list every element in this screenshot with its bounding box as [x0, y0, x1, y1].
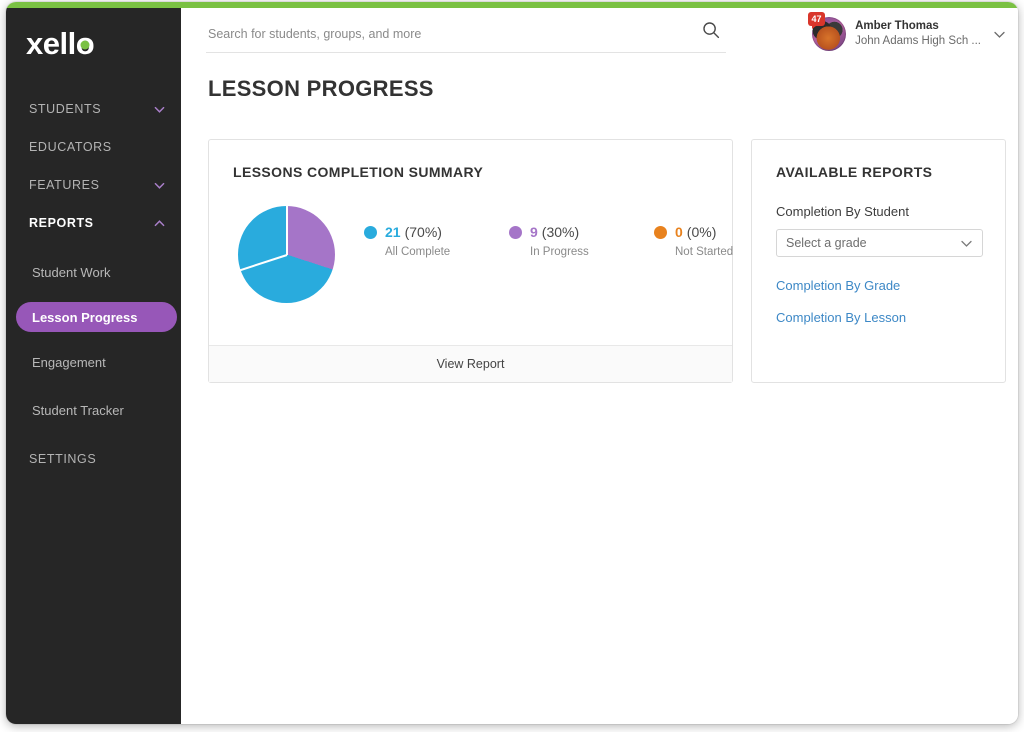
chevron-down-icon[interactable]: [154, 180, 165, 191]
sidebar-item-educators[interactable]: EDUCATORS: [6, 128, 181, 166]
legend-count: 0: [675, 224, 683, 240]
legend-label: All Complete: [385, 246, 509, 258]
chevron-down-icon: [960, 237, 973, 250]
view-report-button[interactable]: View Report: [209, 345, 732, 382]
sidebar-subitem-label: Lesson Progress: [32, 310, 138, 325]
sidebar-item-label: EDUCATORS: [29, 140, 112, 154]
nav-spacer: [6, 428, 181, 440]
completion-pie-chart: [238, 206, 335, 303]
link-completion-by-grade[interactable]: Completion By Grade: [776, 278, 900, 293]
card-title: AVAILABLE REPORTS: [776, 164, 932, 180]
sidebar-item-engagement[interactable]: Engagement: [6, 344, 181, 380]
legend-row: 9 (30%): [509, 224, 654, 240]
xello-logo[interactable]: xello: [26, 28, 94, 59]
avatar-wrapper: 47: [812, 17, 846, 51]
account-text: Amber Thomas John Adams High Sch ...: [855, 19, 981, 49]
logo-o-mark: o: [76, 28, 94, 59]
pie-separator: [240, 254, 287, 271]
legend-item-in-progress: 9 (30%) In Progress: [509, 224, 654, 258]
grade-select[interactable]: Select a grade: [776, 229, 983, 257]
logo-text-prefix: xell: [26, 26, 76, 61]
chart-legend: 21 (70%) All Complete 9 (30%) In Progres…: [364, 224, 799, 258]
link-completion-by-lesson[interactable]: Completion By Lesson: [776, 310, 906, 325]
sidebar-item-label: FEATURES: [29, 178, 100, 192]
legend-count: 21: [385, 224, 401, 240]
sidebar-item-students[interactable]: STUDENTS: [6, 90, 181, 128]
search-bar: [206, 18, 726, 53]
nav-spacer: [6, 380, 181, 392]
sidebar-nav: STUDENTS EDUCATORS FEATURES REPORTS: [6, 90, 181, 478]
available-reports-card: AVAILABLE REPORTS Completion By Student …: [751, 139, 1006, 383]
pie-separator: [286, 206, 288, 255]
sidebar-item-settings[interactable]: SETTINGS: [6, 440, 181, 478]
main-content: 47 Amber Thomas John Adams High Sch ... …: [181, 8, 1018, 724]
sidebar-item-features[interactable]: FEATURES: [6, 166, 181, 204]
nav-spacer: [6, 290, 181, 302]
search-icon[interactable]: [702, 21, 720, 39]
top-bar: 47 Amber Thomas John Adams High Sch ...: [181, 8, 1018, 60]
sidebar-item-student-tracker[interactable]: Student Tracker: [6, 392, 181, 428]
legend-color-dot: [654, 226, 667, 239]
view-report-label: View Report: [437, 357, 505, 371]
nav-spacer: [6, 242, 181, 254]
legend-label: In Progress: [530, 246, 654, 258]
search-input[interactable]: [206, 18, 690, 50]
sidebar-subitem-label: Engagement: [32, 355, 106, 370]
sidebar-item-lesson-progress[interactable]: Lesson Progress: [16, 302, 177, 332]
sidebar-item-label: SETTINGS: [29, 452, 96, 466]
logo-green-dot: [80, 41, 89, 50]
grade-select-value: Select a grade: [786, 236, 960, 250]
legend-percent: (30%): [542, 224, 579, 240]
page-title: LESSON PROGRESS: [208, 76, 434, 102]
account-school: John Adams High Sch ...: [855, 34, 981, 49]
legend-color-dot: [509, 226, 522, 239]
legend-count: 9: [530, 224, 538, 240]
nav-spacer: [6, 332, 181, 344]
account-menu[interactable]: 47 Amber Thomas John Adams High Sch ...: [812, 14, 1006, 54]
chevron-down-icon[interactable]: [993, 28, 1006, 41]
completion-by-student-label: Completion By Student: [776, 204, 909, 219]
legend-item-all-complete: 21 (70%) All Complete: [364, 224, 509, 258]
legend-percent: (0%): [687, 224, 717, 240]
notification-badge[interactable]: 47: [808, 12, 825, 26]
sidebar-subitem-label: Student Work: [32, 265, 111, 280]
chevron-down-icon[interactable]: [154, 104, 165, 115]
legend-percent: (70%): [405, 224, 442, 240]
sidebar-item-label: REPORTS: [29, 216, 94, 230]
card-title: LESSONS COMPLETION SUMMARY: [233, 164, 483, 180]
sidebar-item-reports[interactable]: REPORTS: [6, 204, 181, 242]
account-name: Amber Thomas: [855, 19, 981, 34]
legend-row: 21 (70%): [364, 224, 509, 240]
app-window: xello STUDENTS EDUCATORS FEATURES REPORT…: [6, 2, 1018, 724]
sidebar-item-label: STUDENTS: [29, 102, 101, 116]
sidebar-item-student-work[interactable]: Student Work: [6, 254, 181, 290]
sidebar-subitem-label: Student Tracker: [32, 403, 124, 418]
lessons-completion-summary-card: LESSONS COMPLETION SUMMARY 21 (70%) All …: [208, 139, 733, 383]
chevron-up-icon[interactable]: [154, 218, 165, 229]
sidebar: xello STUDENTS EDUCATORS FEATURES REPORT…: [6, 8, 181, 724]
legend-color-dot: [364, 226, 377, 239]
